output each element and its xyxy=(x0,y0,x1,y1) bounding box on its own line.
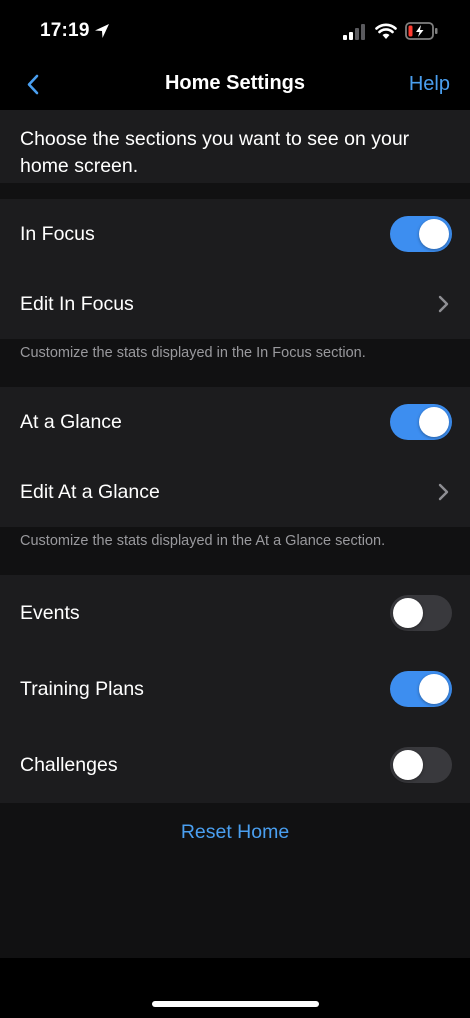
events-label: Events xyxy=(20,601,80,624)
events-row: Events xyxy=(0,575,470,651)
training-plans-row: Training Plans xyxy=(0,651,470,727)
edit-in-focus-label: Edit In Focus xyxy=(20,292,134,315)
page-title: Home Settings xyxy=(164,72,306,94)
home-indicator xyxy=(152,1001,319,1007)
in-focus-toggle[interactable] xyxy=(390,216,452,252)
chevron-right-icon xyxy=(438,295,449,313)
edit-in-focus-row[interactable]: Edit In Focus xyxy=(0,269,470,339)
other-sections-group: Events Training Plans Challenges xyxy=(0,575,470,803)
events-toggle[interactable] xyxy=(390,595,452,631)
toggle-knob xyxy=(419,219,449,249)
location-arrow-icon xyxy=(95,24,109,38)
challenges-row: Challenges xyxy=(0,727,470,803)
help-button[interactable]: Help xyxy=(409,73,450,96)
at-a-glance-label: At a Glance xyxy=(20,410,122,433)
toggle-knob xyxy=(419,674,449,704)
in-focus-group: In Focus Edit In Focus xyxy=(0,199,470,339)
challenges-toggle[interactable] xyxy=(390,747,452,783)
wifi-icon xyxy=(375,23,397,39)
toggle-knob xyxy=(393,750,423,780)
status-time: 17:19 xyxy=(40,20,90,41)
chevron-right-icon xyxy=(438,483,449,501)
toggle-knob xyxy=(419,407,449,437)
in-focus-label: In Focus xyxy=(20,222,95,245)
edit-at-a-glance-row[interactable]: Edit At a Glance xyxy=(0,457,470,527)
settings-content: Choose the sections you want to see on y… xyxy=(0,110,470,958)
cellular-signal-icon xyxy=(343,24,365,40)
edit-at-a-glance-label: Edit At a Glance xyxy=(20,480,160,503)
at-a-glance-row: At a Glance xyxy=(0,387,470,457)
reset-home-button[interactable]: Reset Home xyxy=(0,821,470,844)
battery-charging-icon xyxy=(405,22,438,40)
at-a-glance-toggle[interactable] xyxy=(390,404,452,440)
training-plans-label: Training Plans xyxy=(20,677,144,700)
training-plans-toggle[interactable] xyxy=(390,671,452,707)
in-focus-footnote: Customize the stats displayed in the In … xyxy=(0,339,470,387)
intro-text: Choose the sections you want to see on y… xyxy=(0,110,470,183)
in-focus-row: In Focus xyxy=(0,199,470,269)
challenges-label: Challenges xyxy=(20,753,118,776)
navigation-bar: Home Settings Help xyxy=(0,62,470,110)
toggle-knob xyxy=(393,598,423,628)
at-a-glance-footnote: Customize the stats displayed in the At … xyxy=(0,527,470,575)
at-a-glance-group: At a Glance Edit At a Glance xyxy=(0,387,470,527)
status-bar: 17:19 xyxy=(0,0,470,62)
